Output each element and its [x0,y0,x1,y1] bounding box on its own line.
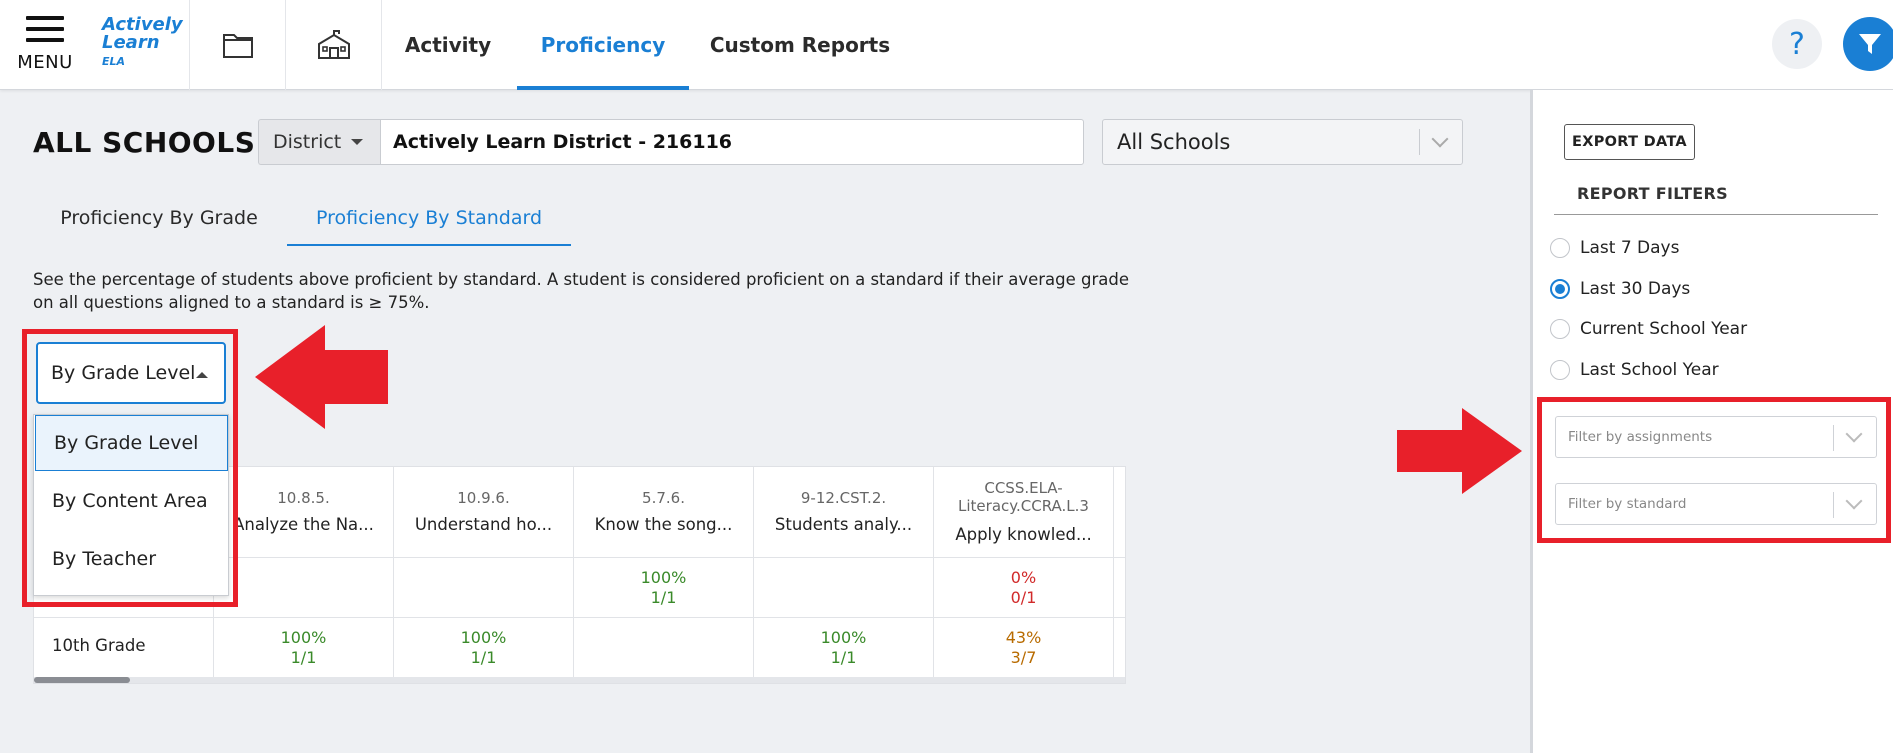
table-cell: 100% 1/1 [394,617,574,677]
tab-activity[interactable]: Activity [382,0,514,90]
cell-fraction: 3/7 [1010,648,1037,667]
radio-label: Last 7 Days [1580,238,1680,258]
standard-name: Students analy... [774,515,913,534]
table-cell: 0% 0/1 [934,557,1114,617]
help-button[interactable]: ? [1772,19,1822,69]
standard-code: 10.9.6. [457,489,510,507]
standard-name: Analyze the Na... [233,515,374,534]
tab-proficiency-by-standard[interactable]: Proficiency By Standard [287,190,571,246]
funnel-icon [1859,34,1881,54]
annotation-highlight-box [22,329,238,607]
radio-button-selected[interactable] [1550,279,1570,299]
cell-fraction: 1/1 [650,588,677,607]
right-arrow-icon [1397,408,1522,494]
table-cell [754,557,934,617]
radio-button[interactable] [1550,238,1570,258]
cell-percent: 100% [820,628,867,647]
schools-select[interactable]: All Schools [1102,119,1463,165]
standard-code: 5.7.6. [642,489,685,507]
radio-button[interactable] [1550,360,1570,380]
logo-text: Actively Learn [102,16,183,52]
table-cell: 100% 1/1 [214,617,394,677]
table-cell: 43% 3/7 [934,617,1114,677]
standard-name: Know the song... [594,515,733,534]
cell-percent: 100% [640,568,687,587]
standard-code: 10.8.5. [277,489,330,507]
hamburger-icon [26,16,64,42]
table-cell [574,617,754,677]
standard-code: CCSS.ELA-Literacy.CCRA.L.3 [958,479,1089,515]
date-option-last-school-year[interactable]: Last School Year [1550,358,1719,382]
column-header-partial [1114,467,1125,557]
export-data-button[interactable]: EXPORT DATA [1564,124,1695,160]
select-separator [1419,129,1420,155]
top-navigation: MENU Actively Learn ELA Activity Profici… [0,0,1893,90]
table-cell: 100% 1/1 [754,617,934,677]
column-header[interactable]: 10.9.6. Understand ho... [394,467,574,557]
tab-proficiency[interactable]: Proficiency [517,0,689,90]
description-text: See the percentage of students above pro… [33,270,1130,312]
filters-divider [1554,214,1878,215]
menu-label: MENU [17,52,73,73]
logo-sub: ELA [102,55,126,68]
school-icon [317,30,350,59]
logo-line-2: Learn [102,32,160,53]
table-cell-partial [1114,557,1125,617]
table-cell [394,557,574,617]
date-option-current-school-year[interactable]: Current School Year [1550,317,1747,341]
date-option-last-30-days[interactable]: Last 30 Days [1550,277,1690,301]
folder-icon [222,34,253,58]
radio-label: Last 30 Days [1580,279,1691,299]
filter-toggle-button[interactable] [1843,17,1893,71]
report-filters-title: REPORT FILTERS [1577,184,1728,203]
scope-select[interactable]: District [258,119,380,165]
radio-label: Last School Year [1580,360,1719,380]
standard-name: Apply knowled... [955,525,1092,544]
date-option-last-7-days[interactable]: Last 7 Days [1550,236,1679,260]
column-header[interactable]: CCSS.ELA-Literacy.CCRA.L.3 Apply knowled… [934,467,1114,557]
column-header[interactable]: 10.8.5. Analyze the Na... [214,467,394,557]
tab-custom-reports[interactable]: Custom Reports [700,0,900,90]
left-arrow-icon [255,325,388,429]
standard-code: 9-12.CST.2. [800,489,887,507]
cell-percent: 100% [280,628,327,647]
cell-percent: 100% [460,628,507,647]
menu-button[interactable]: MENU [0,0,90,90]
cell-fraction: 1/1 [470,648,497,667]
question-mark-icon: ? [1789,26,1805,62]
cell-percent: 0% [1010,568,1037,587]
library-nav-button[interactable] [190,0,286,90]
cell-fraction: 1/1 [290,648,317,667]
scope-select-value: District [273,131,342,153]
table-cell-partial [1114,617,1125,677]
cell-fraction: 0/1 [1010,588,1037,607]
school-nav-button[interactable] [286,0,382,90]
scrollbar-thumb[interactable] [34,677,130,683]
caret-down-icon [351,139,364,145]
column-header[interactable]: 9-12.CST.2. Students analy... [754,467,934,557]
district-search-input[interactable]: Actively Learn District - 216116 [380,119,1084,165]
schools-select-value: All Schools [1117,130,1231,154]
page-title: ALL SCHOOLS [33,126,256,159]
column-header[interactable]: 5.7.6. Know the song... [574,467,754,557]
app-logo[interactable]: Actively Learn ELA [90,0,190,90]
standard-name: Understand ho... [414,515,553,534]
cell-fraction: 1/1 [830,648,857,667]
table-cell [214,557,394,617]
tab-proficiency-by-grade[interactable]: Proficiency By Grade [33,190,285,246]
radio-button[interactable] [1550,319,1570,339]
horizontal-scrollbar[interactable] [34,677,1125,683]
annotation-highlight-box [1537,397,1891,543]
row-label: 10th Grade [34,617,214,677]
chevron-down-icon [1431,130,1449,148]
radio-label: Current School Year [1580,319,1748,339]
table-cell: 100% 1/1 [574,557,754,617]
cell-percent: 43% [1005,628,1042,647]
